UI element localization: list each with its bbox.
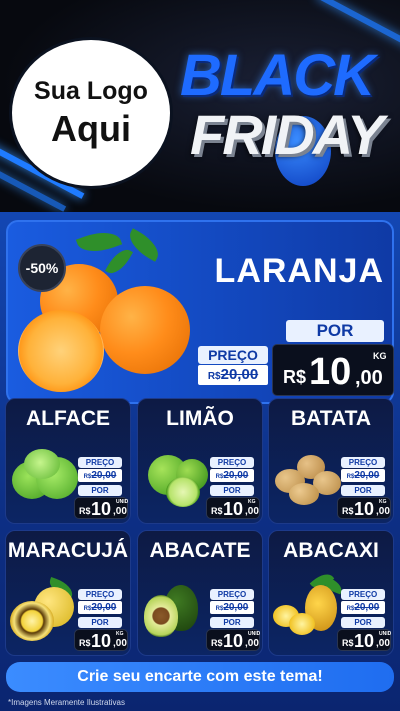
price-currency: R$ bbox=[342, 638, 354, 648]
new-price-label: POR bbox=[341, 617, 385, 628]
black-friday-logo: BLACK FRIDAY bbox=[180, 38, 395, 188]
price-integer: 10 bbox=[309, 351, 352, 393]
new-price-label: POR bbox=[286, 320, 384, 342]
price-integer: 10 bbox=[354, 631, 375, 651]
old-price: R$20,00 bbox=[78, 601, 122, 614]
offers-area: -50% LARANJA PREÇO R$20,00 POR R$ 10 KG … bbox=[0, 212, 400, 711]
new-price-label: POR bbox=[78, 617, 122, 628]
product-card-abacate[interactable]: ABACATE PREÇO R$20,00 POR R$ 10 UNID ,00 bbox=[137, 530, 263, 656]
disclaimer-text: *Imagens Meramente Ilustrativas bbox=[8, 698, 125, 707]
old-price: R$20,00 bbox=[210, 469, 254, 482]
price-integer: 10 bbox=[354, 499, 375, 519]
price-cents: ,00 bbox=[113, 506, 127, 517]
new-price: R$ 10 KG ,00 bbox=[74, 629, 128, 651]
price-integer: 10 bbox=[223, 499, 244, 519]
price-integer: 10 bbox=[91, 631, 112, 651]
price-currency: R$ bbox=[211, 638, 223, 648]
price-integer: 10 bbox=[223, 631, 244, 651]
price-tag: PREÇO R$20,00 POR R$ 10 KG ,00 bbox=[6, 531, 130, 655]
product-card-abacaxi[interactable]: ABACAXI PREÇO R$20,00 POR R$ 10 UNID ,00 bbox=[268, 530, 394, 656]
price-cents: ,00 bbox=[113, 638, 127, 649]
new-price-label: POR bbox=[210, 485, 254, 496]
old-price-label: PREÇO bbox=[210, 589, 254, 600]
price-tag: PREÇO R$20,00 POR R$ 10 KG ,00 bbox=[198, 320, 394, 400]
product-title: LARANJA bbox=[214, 252, 384, 290]
old-price: R$20,00 bbox=[198, 365, 268, 385]
brand-black-text: BLACK bbox=[180, 43, 375, 108]
price-currency: R$ bbox=[342, 506, 354, 516]
price-cents: ,00 bbox=[376, 506, 390, 517]
price-unit: UNID bbox=[116, 499, 129, 505]
new-price: R$ 10 KG ,00 bbox=[337, 497, 391, 519]
price-cents: ,00 bbox=[245, 638, 259, 649]
price-unit: KG bbox=[379, 499, 387, 505]
old-price-value: 20,00 bbox=[223, 602, 249, 613]
old-price-label: PREÇO bbox=[210, 457, 254, 468]
logo-text-line2: Aqui bbox=[51, 107, 131, 149]
price-tag: PREÇO R$20,00 POR R$ 10 KG ,00 bbox=[138, 399, 262, 523]
discount-badge: -50% bbox=[18, 244, 66, 292]
price-unit: UNID bbox=[379, 631, 392, 637]
old-price-value: 20,00 bbox=[220, 366, 259, 383]
price-currency: R$ bbox=[283, 367, 307, 387]
price-tag: PREÇO R$20,00 POR R$ 10 UNID ,00 bbox=[6, 399, 130, 523]
price-tag: PREÇO R$20,00 POR R$ 10 KG ,00 bbox=[269, 399, 393, 523]
old-price: R$20,00 bbox=[210, 601, 254, 614]
logo-placeholder[interactable]: Sua Logo Aqui bbox=[12, 40, 170, 186]
product-card-limao[interactable]: LIMÃO PREÇO R$20,00 POR R$ 10 KG ,00 bbox=[137, 398, 263, 524]
header-banner: Sua Logo Aqui BLACK FRIDAY bbox=[0, 0, 400, 212]
hero-offer-card[interactable]: -50% LARANJA PREÇO R$20,00 POR R$ 10 KG … bbox=[6, 220, 394, 404]
old-price-label: PREÇO bbox=[78, 589, 122, 600]
old-price: R$20,00 bbox=[78, 469, 122, 482]
product-card-alface[interactable]: ALFACE PREÇO R$20,00 POR R$ 10 UNID ,00 bbox=[5, 398, 131, 524]
new-price: R$ 10 UNID ,00 bbox=[206, 629, 260, 651]
product-card-maracuja[interactable]: MARACUJÁ PREÇO R$20,00 POR R$ 10 KG ,00 bbox=[5, 530, 131, 656]
price-currency: R$ bbox=[211, 506, 223, 516]
old-price-value: 20,00 bbox=[223, 470, 249, 481]
old-price-label: PREÇO bbox=[341, 457, 385, 468]
old-price-value: 20,00 bbox=[354, 602, 380, 613]
old-price: R$20,00 bbox=[341, 601, 385, 614]
old-price-label: PREÇO bbox=[198, 346, 268, 364]
old-price-label: PREÇO bbox=[341, 589, 385, 600]
price-tag: PREÇO R$20,00 POR R$ 10 UNID ,00 bbox=[269, 531, 393, 655]
new-price-label: POR bbox=[78, 485, 122, 496]
create-flyer-button[interactable]: Crie seu encarte com este tema! bbox=[6, 662, 394, 692]
price-currency: R$ bbox=[79, 506, 91, 516]
old-price: R$20,00 bbox=[341, 469, 385, 482]
new-price: R$ 10 KG ,00 bbox=[206, 497, 260, 519]
price-currency: R$ bbox=[79, 638, 91, 648]
logo-text-line1: Sua Logo bbox=[34, 76, 148, 105]
new-price: R$ 10 UNID ,00 bbox=[337, 629, 391, 651]
price-integer: 10 bbox=[91, 499, 112, 519]
price-cents: ,00 bbox=[376, 638, 390, 649]
new-price-label: POR bbox=[341, 485, 385, 496]
price-tag: PREÇO R$20,00 POR R$ 10 UNID ,00 bbox=[138, 531, 262, 655]
old-price-value: 20,00 bbox=[91, 470, 117, 481]
price-cents: ,00 bbox=[245, 506, 259, 517]
new-price: R$ 10 KG ,00 bbox=[272, 344, 394, 396]
old-price-value: 20,00 bbox=[354, 470, 380, 481]
price-unit: KG bbox=[116, 631, 124, 637]
price-unit: KG bbox=[248, 499, 256, 505]
new-price: R$ 10 UNID ,00 bbox=[74, 497, 128, 519]
old-price-currency: R$ bbox=[207, 371, 221, 382]
old-price-label: PREÇO bbox=[78, 457, 122, 468]
price-cents: ,00 bbox=[355, 367, 383, 389]
brand-friday-text: FRIDAY bbox=[190, 103, 384, 166]
new-price-label: POR bbox=[210, 617, 254, 628]
price-unit: KG bbox=[373, 351, 387, 361]
product-card-batata[interactable]: BATATA PREÇO R$20,00 POR R$ 10 KG ,00 bbox=[268, 398, 394, 524]
price-unit: UNID bbox=[248, 631, 261, 637]
old-price-value: 20,00 bbox=[91, 602, 117, 613]
